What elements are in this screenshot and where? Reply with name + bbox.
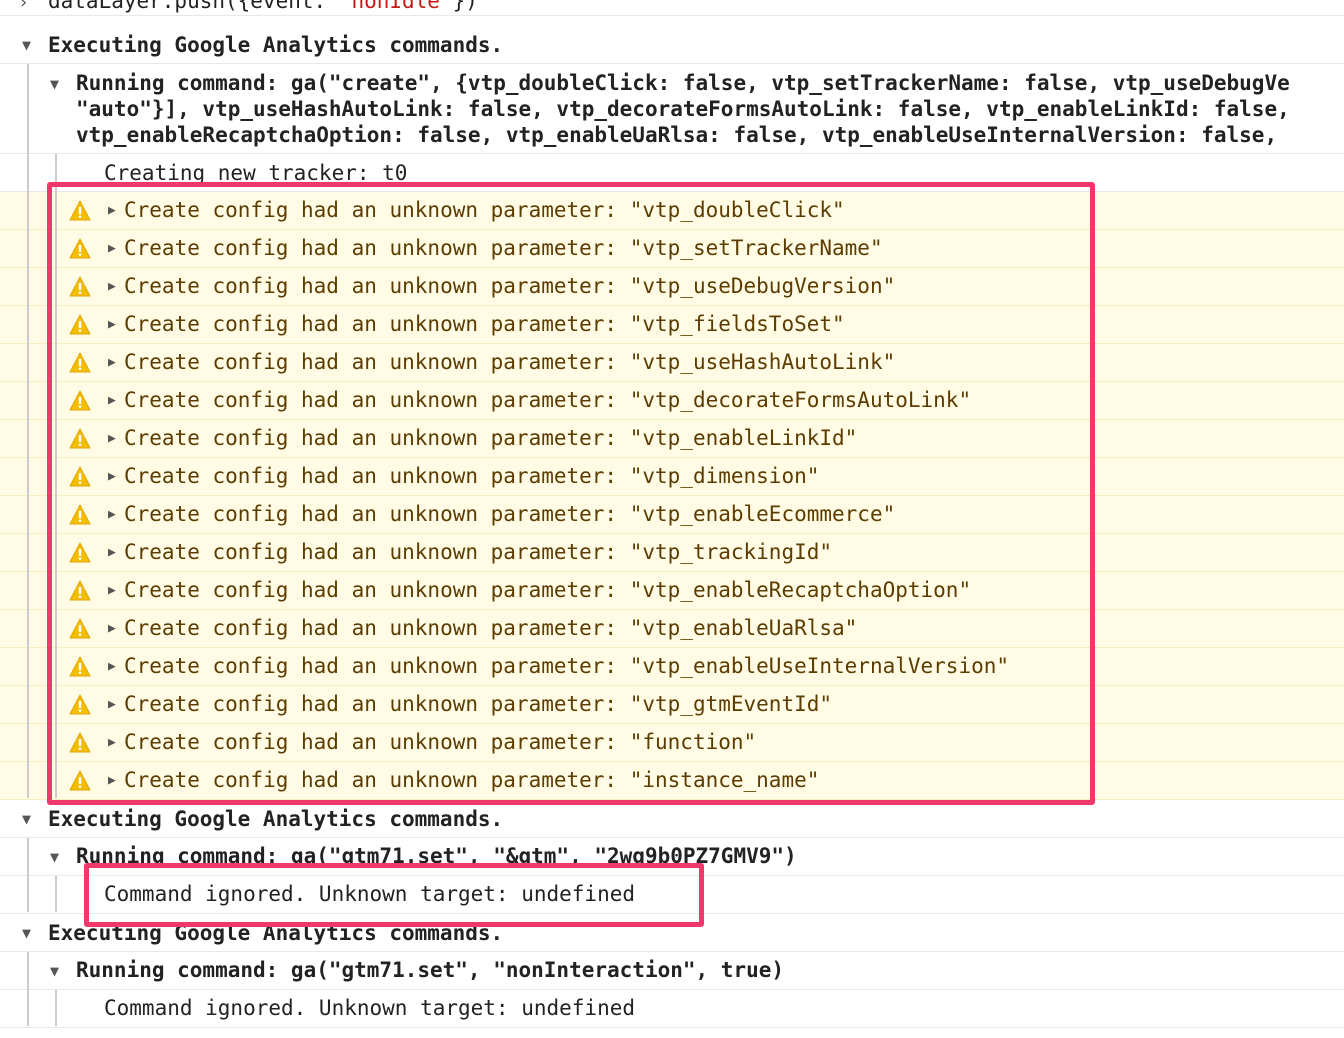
collapse-triangle-icon[interactable]: ▼ [22, 806, 31, 832]
command-group-3[interactable]: ▼ Running command: ga("gtm71.set", "nonI… [0, 952, 1344, 990]
collapse-triangle-icon[interactable]: ▼ [50, 844, 59, 870]
warning-row[interactable]: ▶ Create config had an unknown parameter:… [0, 724, 1344, 762]
warning-text: Create config had an unknown parameter: … [124, 616, 858, 640]
warning-icon [69, 200, 91, 221]
warning-row[interactable]: ▶ Create config had an unknown parameter:… [0, 496, 1344, 534]
warning-row[interactable]: ▶ Create config had an unknown parameter:… [0, 306, 1344, 344]
warning-icon [69, 238, 91, 259]
warning-row[interactable]: ▶ Create config had an unknown parameter:… [0, 382, 1344, 420]
warning-row[interactable]: ▶ Create config had an unknown parameter:… [0, 534, 1344, 572]
expand-triangle-icon[interactable]: ▶ [108, 502, 116, 528]
warning-icon [69, 694, 91, 715]
group-header-1[interactable]: ▼ Executing Google Analytics commands. [0, 26, 1344, 64]
warning-text: Create config had an unknown parameter: … [124, 464, 820, 488]
warning-text: Create config had an unknown parameter: … [124, 350, 896, 374]
warning-icon [69, 428, 91, 449]
warning-icon [69, 504, 91, 525]
warning-text: Create config had an unknown parameter: … [124, 198, 845, 222]
warning-text: Create config had an unknown parameter: … [124, 768, 820, 792]
command-group-1[interactable]: ▼ Running command: ga("create", {vtp_dou… [0, 64, 1344, 154]
collapse-triangle-icon[interactable]: ▼ [22, 32, 31, 58]
expand-triangle-icon[interactable]: ▶ [108, 426, 116, 452]
expand-triangle-icon[interactable]: ▶ [108, 312, 116, 338]
collapse-triangle-icon[interactable]: ▼ [50, 71, 59, 97]
warning-row[interactable]: ▶ Create config had an unknown parameter:… [0, 420, 1344, 458]
expand-triangle-icon[interactable]: ▶ [108, 654, 116, 680]
warning-row[interactable]: ▶ Create config had an unknown parameter:… [0, 268, 1344, 306]
group-header-3[interactable]: ▼ Executing Google Analytics commands. [0, 914, 1344, 952]
expand-triangle-icon[interactable]: ▶ [108, 274, 116, 300]
expand-triangle-icon[interactable]: ▶ [108, 198, 116, 224]
group-header-label: Executing Google Analytics commands. [48, 33, 504, 57]
info-message: Command ignored. Unknown target: undefin… [0, 990, 1344, 1028]
warning-row[interactable]: ▶ Create config had an unknown parameter:… [0, 230, 1344, 268]
warning-text: Create config had an unknown parameter: … [124, 274, 896, 298]
group-header-2[interactable]: ▼ Executing Google Analytics commands. [0, 800, 1344, 838]
warning-row[interactable]: ▶ Create config had an unknown parameter:… [0, 192, 1344, 230]
console-input-text: dataLayer.push({event: 'nonIdle'}) [48, 0, 478, 13]
nesting-line [27, 838, 29, 912]
warning-icon [69, 542, 91, 563]
warning-row[interactable]: ▶ Create config had an unknown parameter:… [0, 344, 1344, 382]
warning-row[interactable]: ▶ Create config had an unknown parameter:… [0, 572, 1344, 610]
warning-text: Create config had an unknown parameter: … [124, 502, 896, 526]
warning-text: Create config had an unknown parameter: … [124, 692, 833, 716]
expand-triangle-icon[interactable]: ▶ [108, 236, 116, 262]
warning-icon [69, 276, 91, 297]
warning-row[interactable]: ▶ Create config had an unknown parameter:… [0, 458, 1344, 496]
warning-text: Create config had an unknown parameter: … [124, 654, 1010, 678]
command-line: vtp_enableRecaptchaOption: false, vtp_en… [76, 123, 1278, 147]
warning-row[interactable]: ▶ Create config had an unknown parameter:… [0, 648, 1344, 686]
nesting-line [55, 154, 57, 798]
command-line: "auto"}], vtp_useHashAutoLink: false, vt… [76, 97, 1290, 121]
warning-icon [69, 732, 91, 753]
nesting-line [27, 64, 29, 798]
warning-icon [69, 352, 91, 373]
warning-text: Create config had an unknown parameter: … [124, 540, 833, 564]
info-message: Command ignored. Unknown target: undefin… [0, 876, 1344, 914]
command-group-2[interactable]: ▼ Running command: ga("gtm71.set", "&gtm… [0, 838, 1344, 876]
console-input-line: › dataLayer.push({event: 'nonIdle'}) [0, 0, 1344, 16]
prompt-chevron-icon: › [18, 0, 29, 13]
warning-icon [69, 314, 91, 335]
expand-triangle-icon[interactable]: ▶ [108, 464, 116, 490]
warning-icon [69, 656, 91, 677]
warning-icon [69, 580, 91, 601]
expand-triangle-icon[interactable]: ▶ [108, 768, 116, 794]
expand-triangle-icon[interactable]: ▶ [108, 388, 116, 414]
command-line: Running command: ga("create", {vtp_doubl… [76, 71, 1290, 95]
group-header-label: Executing Google Analytics commands. [48, 921, 504, 945]
warning-icon [69, 618, 91, 639]
warning-text: Create config had an unknown parameter: … [124, 730, 757, 754]
command-line: Running command: ga("gtm71.set", "nonInt… [76, 958, 785, 982]
warning-icon [69, 466, 91, 487]
warning-text: Create config had an unknown parameter: … [124, 236, 883, 260]
expand-triangle-icon[interactable]: ▶ [108, 540, 116, 566]
warning-icon [69, 390, 91, 411]
warning-row[interactable]: ▶ Create config had an unknown parameter:… [0, 762, 1344, 800]
nesting-line [55, 990, 57, 1026]
warning-row[interactable]: ▶ Create config had an unknown parameter:… [0, 686, 1344, 724]
nesting-line [27, 952, 29, 1026]
expand-triangle-icon[interactable]: ▶ [108, 578, 116, 604]
info-message: Creating new tracker: t0 [0, 154, 1344, 192]
warning-text: Create config had an unknown parameter: … [124, 426, 858, 450]
warning-row[interactable]: ▶ Create config had an unknown parameter:… [0, 610, 1344, 648]
group-header-label: Executing Google Analytics commands. [48, 807, 504, 831]
warning-text: Create config had an unknown parameter: … [124, 388, 972, 412]
warning-text: Create config had an unknown parameter: … [124, 578, 972, 602]
warning-icon [69, 770, 91, 791]
collapse-triangle-icon[interactable]: ▼ [50, 958, 59, 984]
command-line: Running command: ga("gtm71.set", "&gtm",… [76, 844, 797, 868]
expand-triangle-icon[interactable]: ▶ [108, 350, 116, 376]
expand-triangle-icon[interactable]: ▶ [108, 692, 116, 718]
expand-triangle-icon[interactable]: ▶ [108, 730, 116, 756]
nesting-line [55, 876, 57, 912]
expand-triangle-icon[interactable]: ▶ [108, 616, 116, 642]
collapse-triangle-icon[interactable]: ▼ [22, 920, 31, 946]
warning-text: Create config had an unknown parameter: … [124, 312, 845, 336]
